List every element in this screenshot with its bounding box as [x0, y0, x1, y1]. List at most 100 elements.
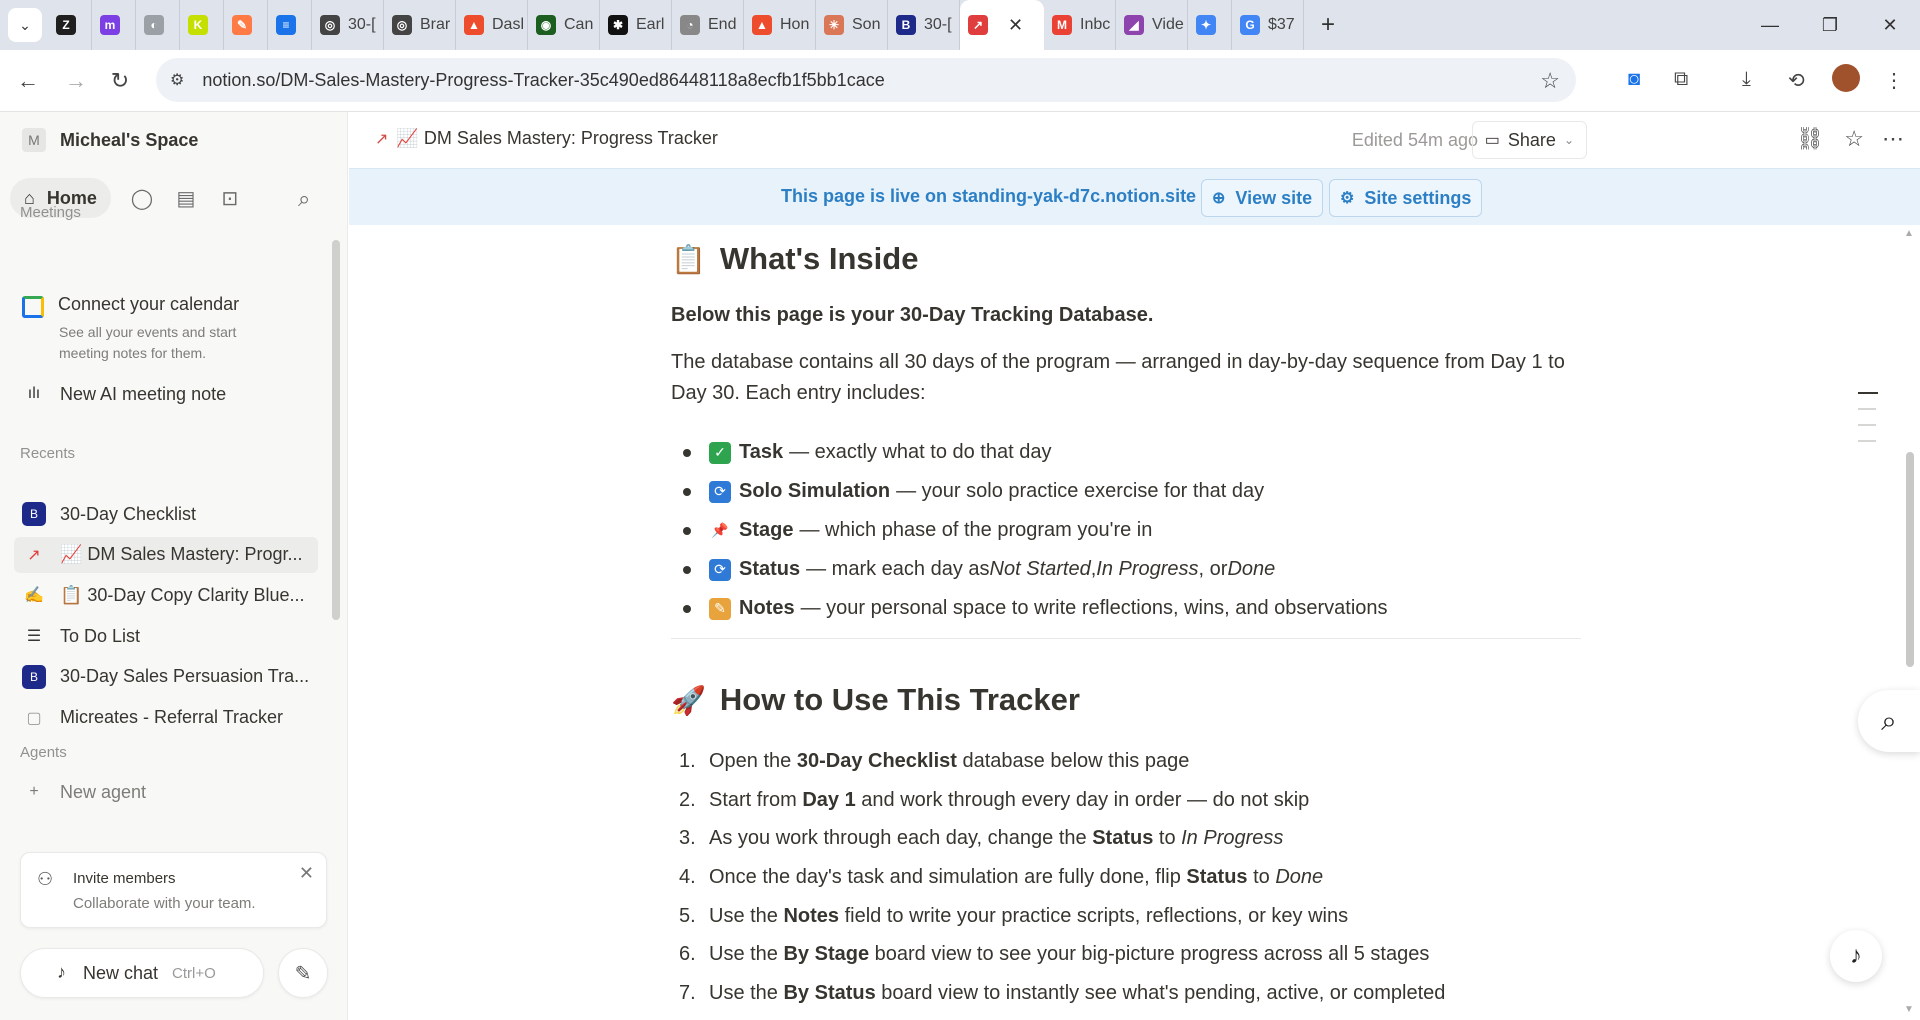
browser-tab[interactable]: ✦	[1188, 0, 1232, 50]
browser-tab[interactable]: ✱ Earl	[600, 0, 672, 50]
invite-subtitle: Collaborate with your team.	[73, 895, 256, 912]
extension-icon[interactable]: ◙	[1628, 68, 1640, 91]
meeting-notes-icon[interactable]: ▤	[173, 186, 199, 211]
step-emphasis: 30-Day Checklist	[796, 749, 957, 772]
intro-paragraph: The database contains all 30 days of the…	[671, 351, 1565, 404]
view-site-label: View site	[1235, 187, 1313, 208]
sidebar-recent-item[interactable]: ↗ 📈 DM Sales Mastery: Progr...	[14, 536, 318, 573]
bullet-description: — your solo practice exercise for that d…	[896, 480, 1265, 502]
browser-tab[interactable]: ✎	[224, 0, 268, 50]
close-tab-icon[interactable]: ✕	[1008, 15, 1023, 36]
browser-tab[interactable]: ◢ Vide	[1116, 0, 1188, 50]
site-settings-button[interactable]: ⚙ Site settings	[1329, 179, 1483, 217]
floating-search-icon[interactable]: ⌕	[1858, 690, 1920, 752]
performance-icon[interactable]: ⟲	[1788, 68, 1805, 93]
heading-whats-inside: 📋 What's Inside	[671, 241, 918, 277]
page-topbar: ↗ 📈 DM Sales Mastery: Progress Tracker E…	[349, 112, 1920, 168]
invite-members-card[interactable]: ⚇ Invite members Collaborate with your t…	[20, 852, 327, 928]
new-ai-meeting-note[interactable]: ılı New AI meeting note	[14, 376, 318, 412]
minimize-button[interactable]: —	[1740, 0, 1800, 50]
table-of-contents-indicator[interactable]	[1858, 392, 1878, 456]
step-emphasis: Day 1	[802, 788, 856, 811]
browser-tab[interactable]: m	[92, 0, 136, 50]
notion-ai-icon[interactable]: ♪	[1830, 930, 1882, 982]
recent-item-label: Micreates - Referral Tracker	[60, 707, 284, 727]
browser-tab[interactable]: B 30-[	[888, 0, 960, 50]
status-value: Not Started	[989, 558, 1091, 580]
toc-line[interactable]	[1858, 408, 1876, 410]
browser-tab[interactable]: ◎ 30-[	[312, 0, 384, 50]
browser-tab[interactable]: M Inbc	[1044, 0, 1116, 50]
downloads-icon[interactable]: ⤓	[1742, 68, 1751, 91]
recent-item-label: 30-Day Sales Persuasion Tra...	[60, 666, 310, 687]
new-tab-button[interactable]: +	[1310, 7, 1346, 43]
site-info-icon[interactable]: ⚙	[170, 70, 184, 90]
address-bar[interactable]: ⚙ notion.so/DM-Sales-Mastery-Progress-Tr…	[156, 58, 1576, 102]
browser-tab[interactable]: ▲ Dasl	[456, 0, 528, 50]
sidebar-recent-item[interactable]: ▢ Micreates - Referral Tracker	[14, 700, 318, 736]
workspace-switcher[interactable]: M Micheal's Space	[22, 128, 198, 152]
browser-tab[interactable]: G $37	[1232, 0, 1304, 50]
chat-icon[interactable]: ◯	[129, 186, 155, 211]
sidebar-recent-item[interactable]: ✍ 📋 30-Day Copy Clarity Blue...	[14, 577, 318, 613]
back-button[interactable]: ←	[8, 61, 48, 101]
inbox-icon[interactable]: ⊡	[217, 186, 243, 211]
sidebar-recent-item[interactable]: B 30-Day Checklist	[14, 496, 318, 532]
profile-avatar[interactable]	[1832, 64, 1860, 92]
forward-button[interactable]: →	[56, 61, 96, 101]
copy-link-icon[interactable]: ⛓	[1796, 126, 1824, 152]
scroll-down-arrow[interactable]: ▼	[1904, 1004, 1914, 1015]
tab-favicon-icon: ✎	[232, 15, 252, 35]
google-calendar-icon	[22, 296, 44, 318]
close-window-button[interactable]: ✕	[1860, 0, 1920, 50]
step-text: field to write your practice scripts, re…	[839, 904, 1349, 927]
bullet-description: — which phase of the program you're in	[799, 519, 1153, 541]
toc-line[interactable]	[1858, 424, 1876, 426]
step-text: board view to instantly see what's pendi…	[875, 981, 1446, 1004]
browser-tab[interactable]: ≡	[268, 0, 312, 50]
intro-bold-paragraph: Below this page is your 30-Day Tracking …	[671, 304, 1154, 326]
browser-tab[interactable]: ◔ End	[672, 0, 744, 50]
restore-button[interactable]: ❐	[1800, 0, 1860, 50]
view-site-button[interactable]: ⊕ View site	[1201, 179, 1324, 217]
favorite-star-icon[interactable]: ☆	[1844, 126, 1864, 152]
page-scrollbar[interactable]	[1906, 452, 1914, 667]
browser-tab[interactable]: K	[180, 0, 224, 50]
breadcrumb[interactable]: ↗ 📈 DM Sales Mastery: Progress Tracker	[375, 128, 718, 149]
toc-line[interactable]	[1858, 392, 1878, 394]
scroll-up-arrow[interactable]: ▲	[1904, 228, 1914, 239]
page-icon: ☰	[26, 628, 42, 646]
reload-button[interactable]: ↻	[100, 61, 140, 101]
share-button[interactable]: ▭ Share ⌄	[1471, 121, 1587, 159]
browser-menu-icon[interactable]: ⋮	[1884, 68, 1904, 93]
browser-tab[interactable]: ▲ Hon	[744, 0, 816, 50]
sidebar-recent-item[interactable]: B 30-Day Sales Persuasion Tra...	[14, 659, 318, 695]
page-icon: ✍	[24, 587, 44, 605]
new-agent-button[interactable]: + New agent	[14, 774, 318, 810]
new-chat-button[interactable]: ♪ New chat Ctrl+O	[20, 948, 264, 998]
browser-tab[interactable]: ↗ ✕	[960, 0, 1044, 50]
page-icon: B	[22, 664, 46, 689]
browser-tab[interactable]: ◉ Can	[528, 0, 600, 50]
browser-tab[interactable]: ✳ Son	[816, 0, 888, 50]
sidebar-recent-item[interactable]: ☰ To Do List	[14, 618, 318, 654]
bullet-dot	[683, 604, 691, 613]
bullet-item: ⟳ Status — mark each day as Not Started, I…	[671, 550, 1388, 589]
close-icon[interactable]: ✕	[299, 863, 314, 884]
browser-tab[interactable]: ◐	[136, 0, 180, 50]
extensions-puzzle-icon[interactable]: ⧉	[1674, 68, 1688, 91]
page-icon: ▢	[26, 709, 42, 727]
sidebar-scrollbar[interactable]	[332, 240, 340, 620]
step-item: 4. Once the day's task and simulation are…	[671, 858, 1445, 897]
browser-tab[interactable]: Z	[48, 0, 92, 50]
tab-search-button[interactable]: ⌄	[8, 8, 42, 42]
bookmark-star-icon[interactable]: ☆	[1540, 68, 1560, 94]
more-options-icon[interactable]: ⋯	[1882, 126, 1904, 152]
ai-face-icon: ♪	[57, 962, 66, 982]
search-icon[interactable]: ⌕	[298, 186, 310, 212]
compose-icon[interactable]: ✎	[278, 948, 328, 998]
toc-line[interactable]	[1858, 440, 1876, 442]
page-icon: ↗	[27, 546, 41, 564]
browser-tab[interactable]: ◎ Brar	[384, 0, 456, 50]
gear-icon: ⚙	[1340, 190, 1355, 207]
